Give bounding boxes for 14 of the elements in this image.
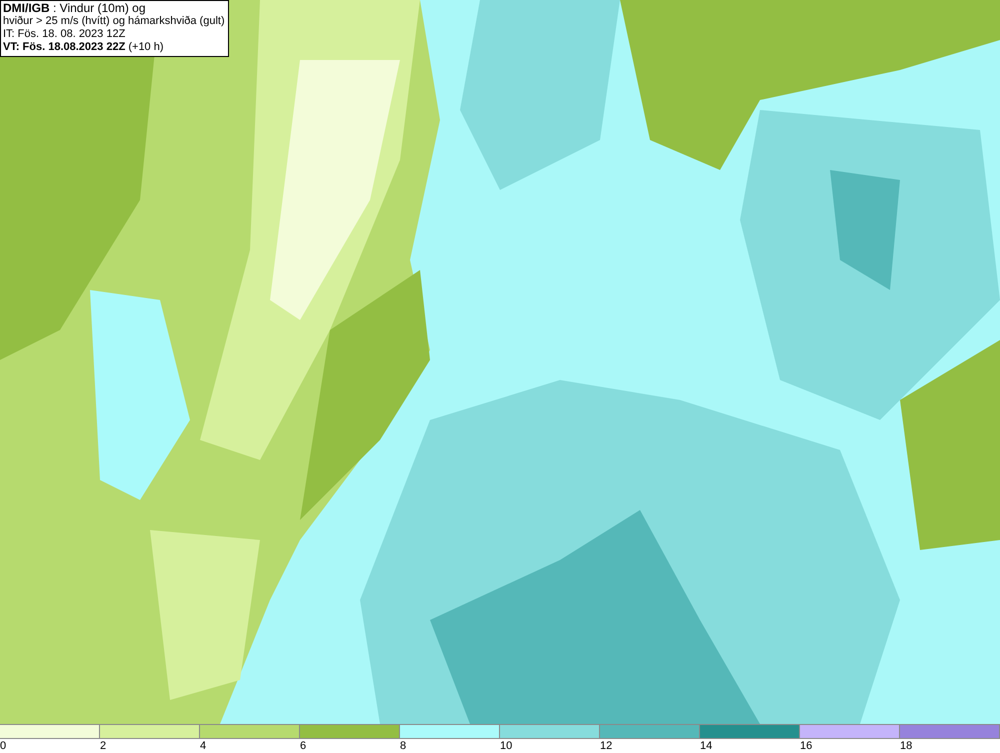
legend-label: 16 [800,739,812,753]
info-text: IT: Fös. 18. 08. 2023 12Z [3,28,126,41]
legend-label: 18 [900,739,912,753]
legend-label: 0 [0,739,6,753]
info-text: DMI/IGB : Vindur (10m) og [3,2,146,15]
legend-label: 12 [600,739,612,753]
legend-label: 8 [400,739,406,753]
legend-label: 6 [300,739,306,753]
legend-label: 14 [700,739,712,753]
legend-label: 10 [500,739,512,753]
legend-label: 4 [200,739,206,753]
info-text: VT: Fös. 18.08.2023 22Z (+10 h) [3,41,165,54]
info-text: hviður > 25 m/s (hvítt) og hámarkshviða (gult) [3,15,225,28]
legend-label: 2 [100,739,106,753]
